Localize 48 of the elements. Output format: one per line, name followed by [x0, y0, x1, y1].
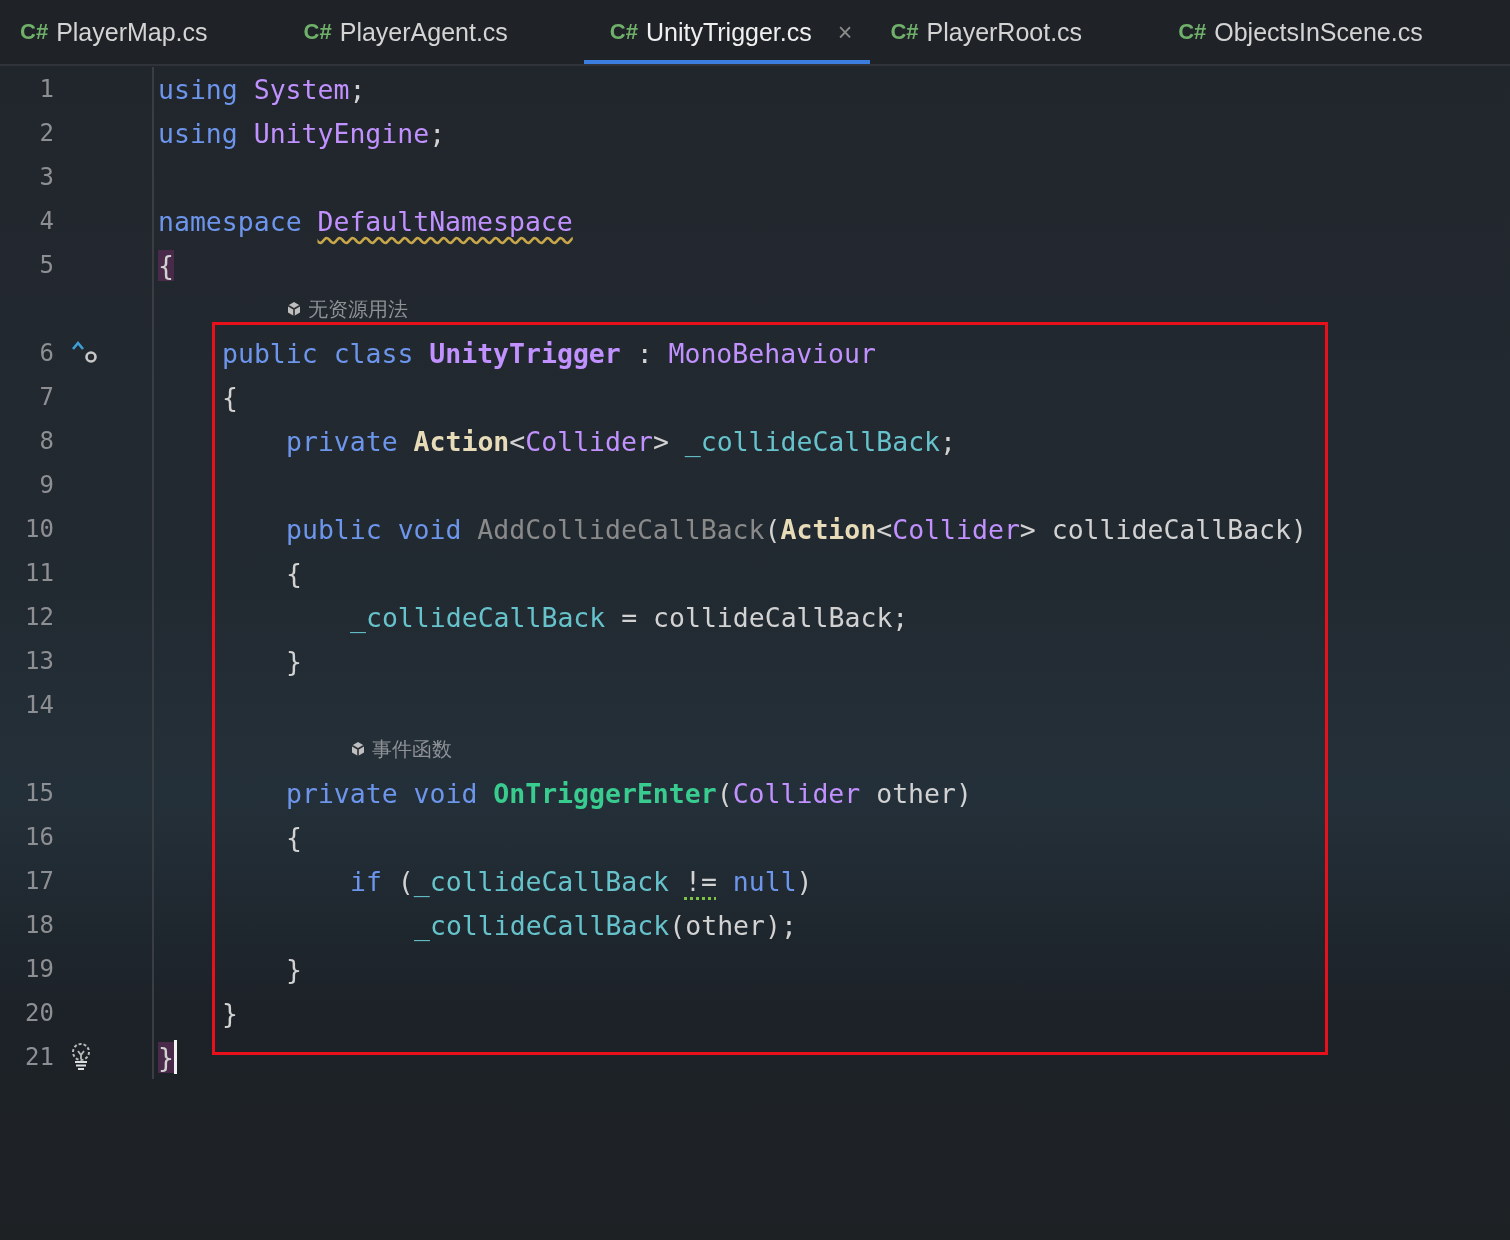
code-line: }	[222, 997, 238, 1029]
code-line: {	[222, 381, 238, 413]
editor-tab[interactable]: C# ObjectsInScene.cs	[1158, 0, 1499, 64]
code-line: using UnityEngine;	[158, 117, 446, 149]
line-number: 20	[24, 999, 54, 1027]
editor-tab[interactable]: C# PlayerMap.cs	[0, 0, 284, 64]
editor-tab[interactable]: C# PlayerAgent.cs	[283, 0, 584, 64]
line-number: 3	[38, 163, 54, 191]
line-number: 18	[24, 911, 54, 939]
line-number: 5	[38, 251, 54, 279]
code-line: _collideCallBack(other);	[414, 909, 797, 941]
code-line: }	[286, 953, 302, 985]
line-number: 12	[24, 603, 54, 631]
lightbulb-icon[interactable]	[70, 1042, 92, 1072]
line-number: 9	[38, 471, 54, 499]
editor-tab[interactable]: C# PlayerRoot.cs	[870, 0, 1159, 64]
line-number: 15	[24, 779, 54, 807]
code-line: {	[286, 557, 302, 589]
line-number: 8	[38, 427, 54, 455]
inlay-hint[interactable]: 事件函数	[372, 735, 452, 763]
inlay-hint[interactable]: 无资源用法	[308, 295, 408, 323]
line-number: 1	[38, 75, 54, 103]
text-cursor	[173, 1040, 177, 1074]
cube-icon	[350, 741, 366, 757]
line-number: 16	[24, 823, 54, 851]
line-number: 11	[24, 559, 54, 587]
line-number: 2	[38, 119, 54, 147]
code-line: namespace DefaultNamespace	[158, 205, 573, 237]
line-number: 19	[24, 955, 54, 983]
line-number: 13	[24, 647, 54, 675]
line-number: 10	[24, 515, 54, 543]
code-line: public class UnityTrigger : MonoBehaviour	[222, 337, 876, 369]
code-line: }	[286, 645, 302, 677]
code-line: _collideCallBack = collideCallBack;	[350, 601, 909, 633]
line-number: 14	[24, 691, 54, 719]
close-button[interactable]: ×	[837, 17, 853, 47]
code-line: private void OnTriggerEnter(Collider other)	[286, 777, 972, 809]
code-line: if (_collideCallBack != null)	[350, 865, 813, 897]
line-number: 21	[24, 1043, 54, 1071]
line-number: 4	[38, 207, 54, 235]
code-line: public void AddCollideCallBack(Action<Collider> collideCallBack)	[286, 513, 1307, 545]
line-number: 6	[38, 339, 54, 367]
line-number: 17	[24, 867, 54, 895]
cube-icon	[286, 301, 302, 317]
line-number: 7	[38, 383, 54, 411]
code-line: using System;	[158, 73, 366, 105]
code-line: private Action<Collider> _collideCallBack;	[286, 425, 957, 457]
code-line: {	[286, 821, 302, 853]
